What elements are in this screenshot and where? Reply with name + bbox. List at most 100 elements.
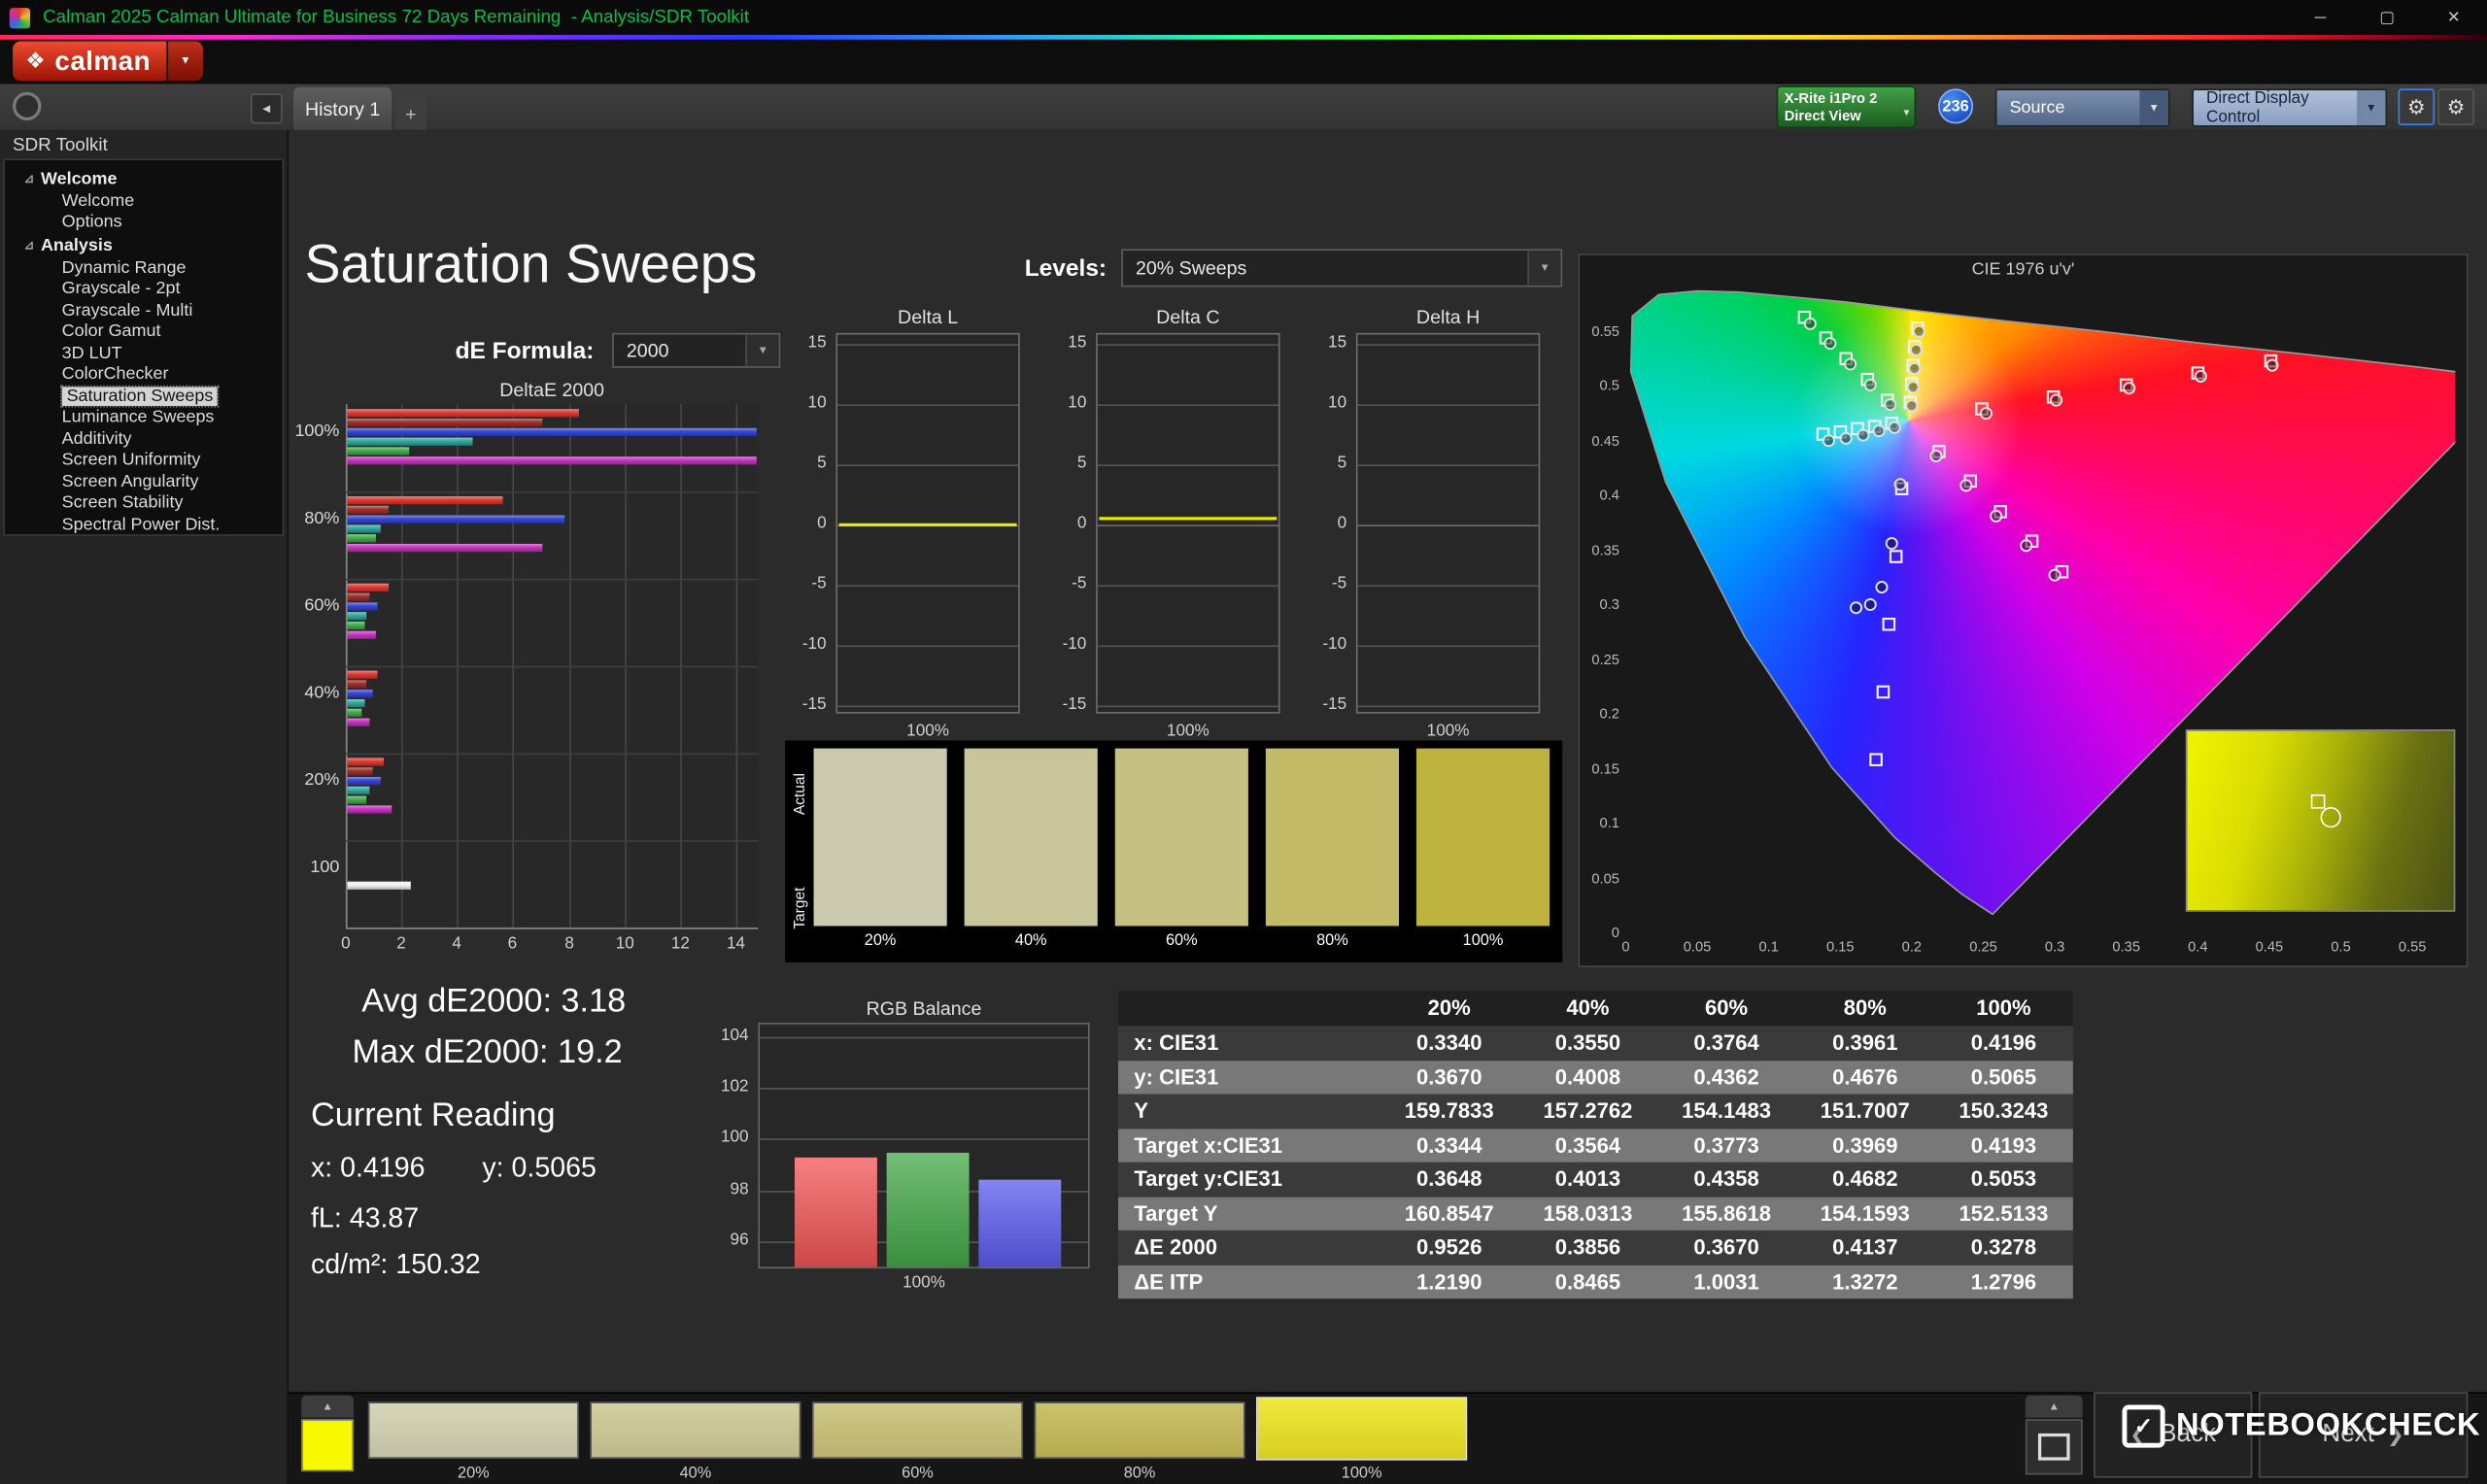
pattern-patch-60[interactable] (811, 1401, 1024, 1460)
target-marker (1882, 617, 1896, 631)
table-cell: 0.4362 (1693, 1064, 1759, 1089)
delta-c-title: Delta C (1156, 306, 1220, 328)
deltae-bar (347, 718, 370, 726)
gridline (1357, 524, 1539, 527)
sidebar-item-luminance-sweeps[interactable]: Luminance Sweeps (5, 407, 283, 428)
deltae-bar (347, 881, 412, 890)
pattern-patch-40[interactable] (590, 1401, 801, 1460)
tree-section-welcome[interactable]: ⊿ Welcome (5, 166, 283, 189)
close-button[interactable]: ✕ (2420, 0, 2487, 35)
cie-chart-title: CIE 1976 u'v' (1971, 259, 2075, 280)
deltae-x-tick-label: 4 (452, 933, 461, 954)
table-cell: 0.4358 (1693, 1166, 1759, 1192)
meter-button[interactable]: X-Rite i1Pro 2 Direct View ▼ (1776, 85, 1917, 129)
levels-dropdown-value: 20% Sweeps (1135, 256, 1247, 280)
calman-logo-text: calman (54, 45, 152, 76)
display-control-dropdown[interactable]: Direct Display Control ▼ (2192, 88, 2388, 127)
sidebar-item-screen-stability[interactable]: Screen Stability (5, 492, 283, 514)
swatch-100% (1415, 748, 1550, 927)
row-label: Target x:CIE31 (1134, 1132, 1283, 1158)
minimize-button[interactable]: ─ (2287, 0, 2354, 35)
maximize-button[interactable]: ▢ (2354, 0, 2421, 35)
max-de2000: Max dE2000: 19.2 (352, 1033, 623, 1071)
sidebar-item-colorchecker[interactable]: ColorChecker (5, 364, 283, 386)
pattern-popup-button[interactable]: ▲ (301, 1395, 355, 1418)
deltae-bar (347, 583, 390, 591)
sidebar-item-saturation-sweeps[interactable]: Saturation Sweeps (5, 385, 283, 408)
measurement-marker (1909, 343, 1923, 356)
sidebar-item-color-gamut[interactable]: Color Gamut (5, 321, 283, 343)
measurement-marker (1822, 434, 1835, 448)
sidebar-item-screen-uniformity[interactable]: Screen Uniformity (5, 450, 283, 471)
sidebar-item-additivity[interactable]: Additivity (5, 428, 283, 450)
pattern-patch-80[interactable] (1034, 1401, 1245, 1460)
pattern-window-popup-button[interactable]: ▲ (2025, 1395, 2083, 1418)
sidebar-item-3d-lut[interactable]: 3D LUT (5, 343, 283, 364)
pattern-patch-100[interactable] (1256, 1397, 1468, 1461)
sidebar-collapse-button[interactable]: ◄ (250, 93, 283, 124)
deltae-x-tick-label: 8 (564, 933, 574, 954)
gridline (837, 404, 1019, 406)
settings-button[interactable]: ⚙ (2437, 88, 2474, 125)
pattern-patch-20[interactable] (367, 1401, 579, 1460)
source-dropdown[interactable]: Source ▼ (1994, 88, 2170, 127)
delta-h-y-tick-label: 5 (1337, 453, 1347, 473)
sidebar-item-options[interactable]: Options (5, 212, 283, 233)
pattern-window-button[interactable] (2025, 1419, 2083, 1475)
sidebar-item-dynamic-range[interactable]: Dynamic Range (5, 256, 283, 278)
tree-expander-icon[interactable]: ⊿ (23, 238, 34, 253)
sidebar-item-grayscale-2pt[interactable]: Grayscale - 2pt (5, 279, 283, 300)
pattern-patch-label: 80% (1123, 1465, 1156, 1483)
levels-dropdown[interactable]: 20% Sweeps ▼ (1121, 249, 1563, 287)
pattern-color-swatch[interactable] (301, 1419, 355, 1472)
deltae-group-separator (345, 840, 759, 842)
gridline (837, 705, 1019, 708)
measurement-marker (1863, 378, 1877, 391)
measurement-marker (2266, 358, 2279, 372)
swatch-40% (964, 748, 1098, 927)
deltae-bar (347, 708, 361, 717)
sidebar-item-screen-angularity[interactable]: Screen Angularity (5, 471, 283, 492)
cie-y-tick-label: 0.3 (1599, 596, 1619, 613)
measurement-marker (1803, 317, 1817, 330)
inset-measurement-marker (2320, 807, 2341, 828)
delta-l-y-tick-label: -15 (801, 694, 827, 714)
deltae-bar (347, 437, 473, 446)
back-button[interactable]: ❮ Back (2094, 1392, 2253, 1478)
logo-dropdown-button[interactable]: ▼ (167, 41, 203, 82)
tree-item-label: ColorChecker (61, 364, 169, 385)
tab-add-button[interactable]: + (394, 96, 427, 130)
deltae-group-separator (345, 578, 759, 581)
settings-button-active[interactable]: ⚙ (2398, 88, 2436, 125)
cie-y-tick-label: 0.25 (1591, 651, 1619, 667)
delta-h-chart (1355, 332, 1541, 714)
tab-history-1[interactable]: History 1 (293, 86, 392, 130)
actual-row-label: Actual (791, 773, 809, 816)
next-button[interactable]: Next ❯ (2258, 1392, 2469, 1478)
calman-logo[interactable]: ❖ calman ▼ (13, 41, 203, 82)
tree-section-analysis[interactable]: ⊿ Analysis (5, 233, 283, 256)
rgb-y-tick-label: 100 (720, 1127, 749, 1147)
tree-expander-icon[interactable]: ⊿ (23, 171, 34, 186)
de-formula-dropdown[interactable]: 2000 ▼ (612, 332, 781, 368)
deltae-bar (347, 698, 364, 708)
sidebar-item-spectral-power-dist[interactable]: Spectral Power Dist. (5, 514, 283, 534)
cie-y-tick-label: 0.1 (1599, 815, 1619, 831)
gridline (1097, 705, 1278, 708)
deltae-x-tick-label: 10 (615, 933, 634, 954)
table-row-target-y: Target Y 160.8547 158.0313 155.8618 154.1593… (1118, 1196, 2073, 1231)
calman-diamond-icon: ❖ (25, 47, 46, 74)
sidebar-item-welcome[interactable]: Welcome (5, 190, 283, 212)
cie-x-tick-label: 0.55 (2398, 938, 2427, 955)
table-cell: 159.7833 (1404, 1098, 1494, 1123)
sidebar-item-grayscale-multi[interactable]: Grayscale - Multi (5, 300, 283, 321)
measurement-marker (1888, 421, 1901, 434)
measurement-marker (1823, 337, 1837, 351)
table-cell: 0.4008 (1554, 1064, 1621, 1089)
table-cell: 0.3961 (1832, 1030, 1898, 1055)
target-marker (1869, 753, 1883, 766)
gridline (837, 645, 1019, 648)
tree-item-label: Welcome (61, 191, 135, 211)
menu-button[interactable] (13, 91, 42, 121)
rgb-bar-green (886, 1152, 970, 1267)
